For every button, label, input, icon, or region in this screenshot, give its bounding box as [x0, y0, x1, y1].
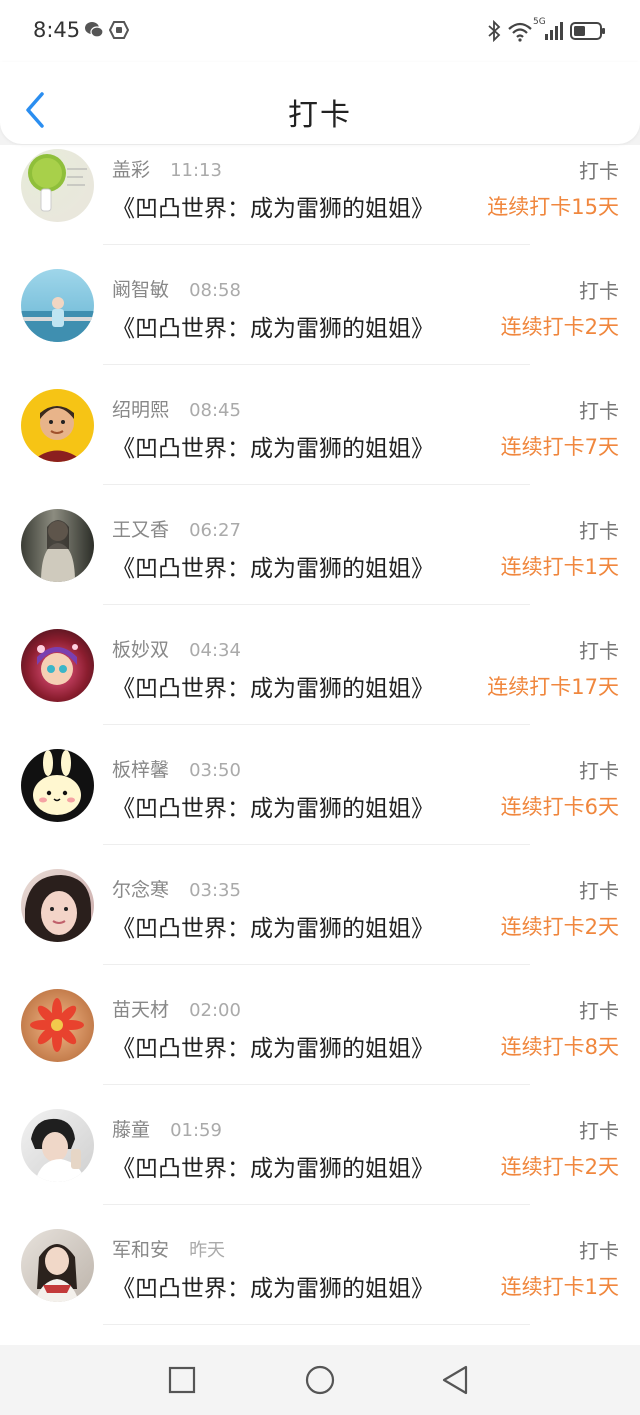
streak-label: 连续打卡2天	[500, 315, 619, 339]
divider	[103, 964, 530, 965]
streak-label: 连续打卡2天	[500, 1155, 619, 1179]
recent-apps-button[interactable]	[164, 1363, 200, 1399]
checkin-action-label: 打卡	[579, 399, 619, 423]
divider	[103, 484, 530, 485]
status-time: 8:45	[33, 18, 81, 42]
avatar	[21, 749, 94, 822]
user-name: 苗天材 02:00	[112, 999, 241, 1021]
system-nav-bar	[0, 1345, 640, 1415]
book-title-link[interactable]: 《凹凸世界：成为雷狮的姐姐》	[112, 189, 434, 223]
user-name: 绍明熙 08:45	[112, 399, 241, 421]
list-item[interactable]: 王又香 06:27 打卡 《凹凸世界：成为雷狮的姐姐》 连续打卡1天	[0, 505, 640, 625]
user-name: 尔念寒 03:35	[112, 879, 241, 901]
page-title: 打卡	[288, 98, 352, 133]
list-item[interactable]: 板梓馨 03:50 打卡 《凹凸世界：成为雷狮的姐姐》 连续打卡6天	[0, 745, 640, 865]
user-name: 板梓馨 03:50	[112, 759, 241, 781]
checkin-list: 盖彩 11:13 打卡 《凹凸世界：成为雷狮的姐姐》 连续打卡15天 阚智敏 0…	[0, 145, 640, 1345]
checkin-action-label: 打卡	[579, 759, 619, 783]
checkin-time: 04:34	[189, 640, 241, 661]
streak-label: 连续打卡2天	[500, 915, 619, 939]
streak-label: 连续打卡1天	[500, 1275, 619, 1299]
checkin-action-label: 打卡	[579, 639, 619, 663]
list-item[interactable]: 苗天材 02:00 打卡 《凹凸世界：成为雷狮的姐姐》 连续打卡8天	[0, 985, 640, 1105]
avatar	[21, 629, 94, 702]
list-item[interactable]: 绍明熙 08:45 打卡 《凹凸世界：成为雷狮的姐姐》 连续打卡7天	[0, 385, 640, 505]
checkin-action-label: 打卡	[579, 279, 619, 303]
list-item[interactable]: 藤童 01:59 打卡 《凹凸世界：成为雷狮的姐姐》 连续打卡2天	[0, 1105, 640, 1225]
book-title-link[interactable]: 《凹凸世界：成为雷狮的姐姐》	[112, 429, 434, 463]
signal-5g-icon	[544, 21, 564, 45]
streak-label: 连续打卡6天	[500, 795, 619, 819]
divider	[103, 1324, 530, 1325]
shield-notification-icon	[108, 20, 130, 44]
checkin-time: 06:27	[189, 520, 241, 541]
book-title-link[interactable]: 《凹凸世界：成为雷狮的姐姐》	[112, 1149, 434, 1183]
app-header: 打卡	[0, 62, 640, 144]
list-item[interactable]: 尔念寒 03:35 打卡 《凹凸世界：成为雷狮的姐姐》 连续打卡2天	[0, 865, 640, 985]
avatar	[21, 389, 94, 462]
home-circle-icon	[302, 1365, 338, 1403]
checkin-time: 03:35	[189, 880, 241, 901]
checkin-action-label: 打卡	[579, 999, 619, 1023]
back-triangle-icon	[438, 1365, 474, 1403]
avatar	[21, 869, 94, 942]
checkin-time: 昨天	[189, 1240, 226, 1261]
avatar	[21, 149, 94, 222]
checkin-action-label: 打卡	[579, 159, 619, 183]
recent-apps-square-icon	[164, 1366, 200, 1403]
user-name: 板妙双 04:34	[112, 639, 241, 661]
checkin-action-label: 打卡	[579, 519, 619, 543]
divider	[103, 844, 530, 845]
book-title-link[interactable]: 《凹凸世界：成为雷狮的姐姐》	[112, 309, 434, 343]
checkin-time: 08:58	[189, 280, 241, 301]
divider	[103, 1204, 530, 1205]
streak-label: 连续打卡15天	[487, 195, 619, 219]
user-name: 盖彩 11:13	[112, 159, 222, 181]
wifi-icon	[507, 22, 533, 46]
user-name: 王又香 06:27	[112, 519, 241, 541]
bluetooth-icon	[487, 19, 501, 46]
book-title-link[interactable]: 《凹凸世界：成为雷狮的姐姐》	[112, 549, 434, 583]
checkin-time: 02:00	[189, 1000, 241, 1021]
divider	[103, 724, 530, 725]
home-button[interactable]	[302, 1363, 338, 1399]
checkin-action-label: 打卡	[579, 1239, 619, 1263]
checkin-time: 01:59	[170, 1120, 222, 1141]
wechat-icon	[84, 21, 104, 43]
streak-label: 连续打卡7天	[500, 435, 619, 459]
nav-back-button[interactable]	[438, 1363, 474, 1399]
book-title-link[interactable]: 《凹凸世界：成为雷狮的姐姐》	[112, 909, 434, 943]
list-item[interactable]: 阚智敏 08:58 打卡 《凹凸世界：成为雷狮的姐姐》 连续打卡2天	[0, 265, 640, 385]
divider	[103, 1084, 530, 1085]
avatar	[21, 269, 94, 342]
list-item[interactable]: 军和安 昨天 打卡 《凹凸世界：成为雷狮的姐姐》 连续打卡1天	[0, 1225, 640, 1345]
divider	[103, 244, 530, 245]
checkin-time: 03:50	[189, 760, 241, 781]
streak-label: 连续打卡8天	[500, 1035, 619, 1059]
avatar	[21, 1229, 94, 1302]
book-title-link[interactable]: 《凹凸世界：成为雷狮的姐姐》	[112, 1029, 434, 1063]
user-name: 藤童 01:59	[112, 1119, 222, 1141]
avatar	[21, 989, 94, 1062]
battery-icon	[570, 21, 606, 45]
status-bar: 8:45 5G	[0, 0, 640, 62]
streak-label: 连续打卡17天	[487, 675, 619, 699]
divider	[103, 604, 530, 605]
user-name: 军和安 昨天	[112, 1239, 226, 1261]
checkin-time: 11:13	[170, 160, 222, 181]
user-name: 阚智敏 08:58	[112, 279, 241, 301]
divider	[103, 364, 530, 365]
book-title-link[interactable]: 《凹凸世界：成为雷狮的姐姐》	[112, 669, 434, 703]
checkin-time: 08:45	[189, 400, 241, 421]
avatar	[21, 509, 94, 582]
list-item[interactable]: 盖彩 11:13 打卡 《凹凸世界：成为雷狮的姐姐》 连续打卡15天	[0, 145, 640, 265]
checkin-action-label: 打卡	[579, 879, 619, 903]
streak-label: 连续打卡1天	[500, 555, 619, 579]
book-title-link[interactable]: 《凹凸世界：成为雷狮的姐姐》	[112, 1269, 434, 1303]
checkin-action-label: 打卡	[579, 1119, 619, 1143]
avatar	[21, 1109, 94, 1182]
book-title-link[interactable]: 《凹凸世界：成为雷狮的姐姐》	[112, 789, 434, 823]
list-item[interactable]: 板妙双 04:34 打卡 《凹凸世界：成为雷狮的姐姐》 连续打卡17天	[0, 625, 640, 745]
